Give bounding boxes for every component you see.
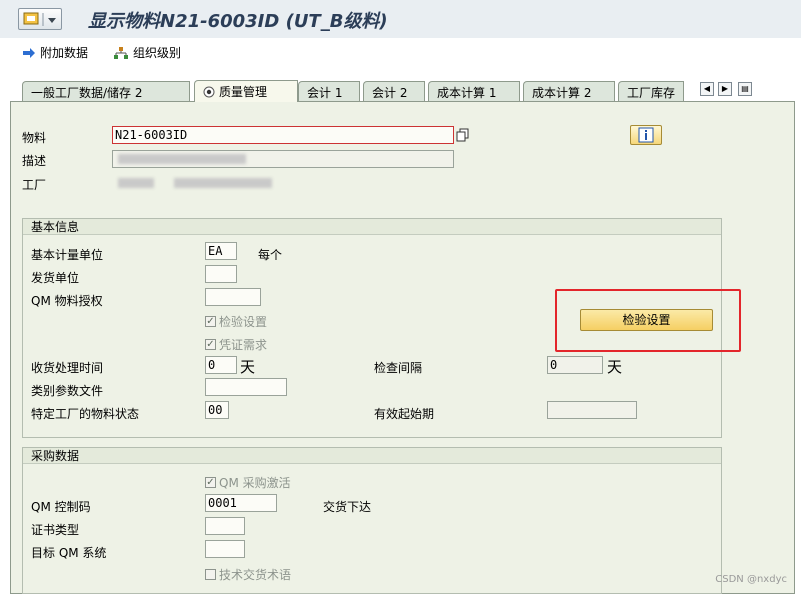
triangle-right-icon: ▶ [721,84,729,93]
additional-data-label: 附加数据 [40,46,89,60]
qm-procurement-active-checkbox[interactable]: ✓ QM 采购激活 [205,474,291,491]
doc-required-cb-label: 凭证需求 [219,338,268,352]
description-label: 描述 [22,154,47,168]
target-qm-label: 目标 QM 系统 [31,546,107,560]
cert-type-field[interactable] [205,517,245,535]
cert-type-label: 证书类型 [31,523,80,537]
tab-accounting-1[interactable]: 会计 1 [298,81,360,101]
tab-list-icon: ▤ [741,84,749,93]
material-field[interactable]: N21-6003ID [112,126,454,144]
tech-delivery-cb-label: 技术交货术语 [219,568,292,582]
highlight-box [555,289,741,352]
tab-scroll-right-button[interactable]: ▶ [718,82,732,96]
target-qm-field[interactable] [205,540,245,558]
empty-checkbox-icon [205,569,216,580]
issue-unit-label: 发货单位 [31,271,80,285]
tab-plant-stock[interactable]: 工厂库存 [618,81,684,101]
org-levels-button[interactable]: 组织级别 [113,44,181,61]
tab-label: 会计 2 [372,86,408,100]
base-uom-label: 基本计量单位 [31,248,104,262]
class-param-field[interactable] [205,378,287,396]
gr-processing-label: 收货处理时间 [31,361,104,375]
tab-general-plant-data[interactable]: 一般工厂数据/储存 2 [22,81,190,101]
tab-costing-2[interactable]: 成本计算 2 [523,81,615,101]
plant-status-field[interactable]: 00 [205,401,229,419]
tab-costing-1[interactable]: 成本计算 1 [428,81,520,101]
inspection-interval-unit: 天 [607,358,623,376]
copy-icon[interactable] [456,128,470,142]
redacted-plant-code [118,178,154,188]
qm-auth-label: QM 物料授权 [31,294,103,308]
info-icon [638,127,654,143]
qm-control-field[interactable]: 0001 [205,494,277,512]
gr-processing-field[interactable]: 0 [205,356,237,374]
issue-unit-field[interactable] [205,265,237,283]
tab-list-button[interactable]: ▤ [738,82,752,96]
qm-control-text: 交货下达 [323,500,372,514]
qm-active-cb-label: QM 采购激活 [219,476,291,490]
tech-delivery-terms-checkbox[interactable]: 技术交货术语 [205,566,291,583]
base-uom-field[interactable]: EA [205,242,237,260]
purchasing-title: 采购数据 [23,448,721,464]
base-uom-text: 每个 [258,248,283,262]
checkmark-icon: ✓ [205,339,216,350]
sap-menu-icon [23,12,56,26]
tab-label: 质量管理 [219,85,268,99]
inspection-interval-field[interactable]: 0 [547,356,603,374]
tab-label: 成本计算 1 [437,86,497,100]
info-button[interactable] [630,125,662,145]
inspection-setup-checkbox[interactable]: ✓ 检验设置 [205,313,267,330]
inspection-setup-cb-label: 检验设置 [219,315,268,329]
qm-auth-field[interactable] [205,288,261,306]
checkmark-icon: ✓ [205,316,216,327]
basic-info-title: 基本信息 [23,219,721,235]
radio-selected-icon [203,86,215,97]
doc-required-checkbox[interactable]: ✓ 凭证需求 [205,336,267,353]
tab-label: 成本计算 2 [532,86,592,100]
tab-label: 工厂库存 [627,86,676,100]
valid-from-field[interactable] [547,401,637,419]
tab-accounting-2[interactable]: 会计 2 [363,81,425,101]
qm-control-label: QM 控制码 [31,500,91,514]
checkmark-icon: ✓ [205,477,216,488]
tab-quality-management[interactable]: 质量管理 [194,80,298,102]
arrow-right-icon [23,47,35,58]
material-label: 物料 [22,131,47,145]
org-levels-label: 组织级别 [133,46,182,60]
additional-data-button[interactable]: 附加数据 [22,44,88,61]
tab-label: 一般工厂数据/储存 2 [31,86,143,100]
inspection-interval-label: 检查间隔 [374,361,423,375]
system-menu-button[interactable] [18,8,62,30]
class-param-label: 类别参数文件 [31,384,104,398]
watermark: CSDN @nxdyc [715,574,787,585]
redacted-plant-name [174,178,272,188]
plant-label: 工厂 [22,178,47,192]
tab-scroll-left-button[interactable]: ◀ [700,82,714,96]
tab-label: 会计 1 [307,86,343,100]
page-title: 显示物料N21-6003ID (UT_B级料) [88,11,388,32]
redacted-description [118,154,246,164]
purchasing-group: 采购数据 [22,447,722,594]
plant-status-label: 特定工厂的物料状态 [31,407,140,421]
gr-processing-unit: 天 [240,358,256,376]
org-structure-icon [114,46,128,59]
valid-from-label: 有效起始期 [374,407,435,421]
triangle-left-icon: ◀ [703,84,711,93]
